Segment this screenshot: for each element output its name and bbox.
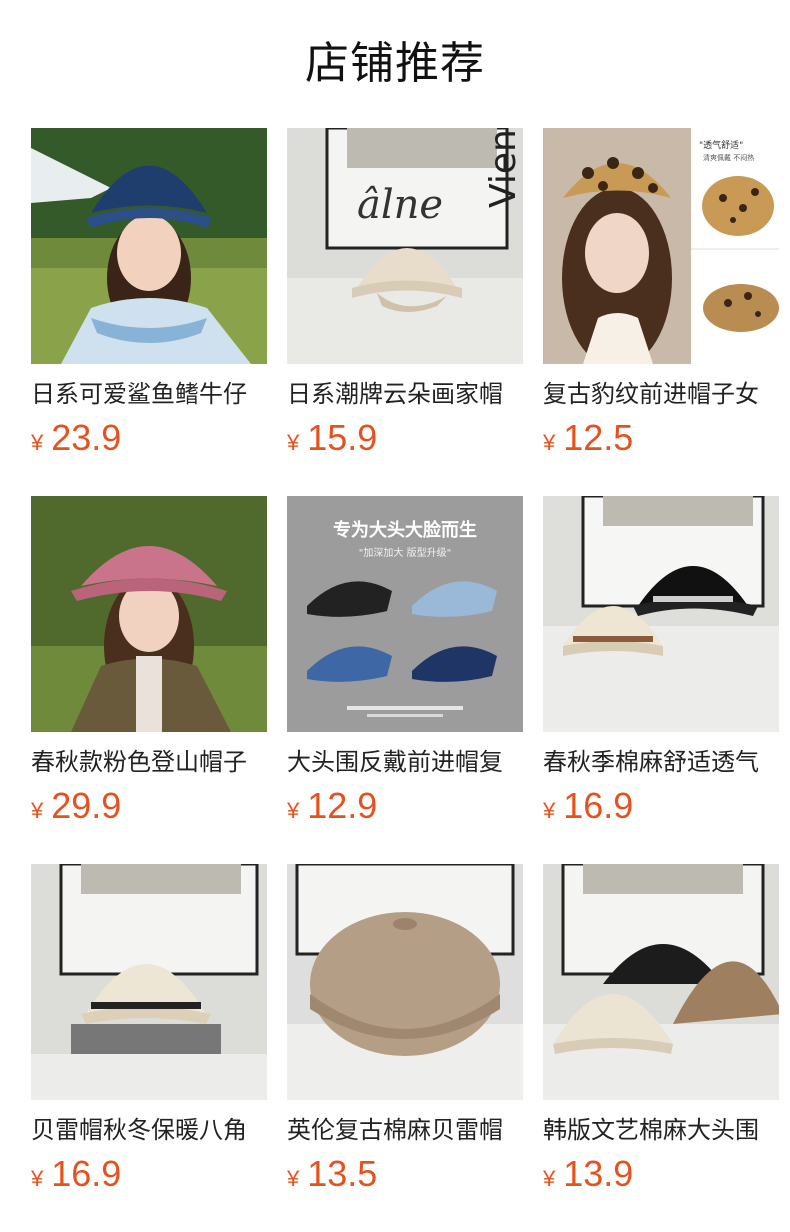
currency-symbol: ¥ xyxy=(287,430,300,455)
product-price: ¥12.9 xyxy=(287,784,377,828)
product-price: ¥16.9 xyxy=(543,784,633,828)
currency-symbol: ¥ xyxy=(287,1166,300,1191)
price-value: 13.5 xyxy=(307,1153,378,1194)
section-title: 店铺推荐 xyxy=(305,38,485,89)
product-name[interactable]: 大头围反戴前进帽复 xyxy=(287,742,523,782)
price-value: 13.9 xyxy=(563,1153,634,1194)
currency-symbol: ¥ xyxy=(543,1166,556,1191)
product-name[interactable]: 韩版文艺棉麻大头围 xyxy=(543,1110,779,1150)
product-image[interactable]: âlne Vien xyxy=(287,128,523,364)
price-value: 12.5 xyxy=(563,417,634,458)
price-value: 29.9 xyxy=(51,785,122,826)
product-image[interactable]: 专为大头大脸而生 "加深加大 版型升级" xyxy=(287,496,523,732)
product-card[interactable]: 专为大头大脸而生 "加深加大 版型升级" 大头围反戴前进帽复 ¥12.9 xyxy=(287,496,523,836)
currency-symbol: ¥ xyxy=(31,798,44,823)
product-image[interactable] xyxy=(31,128,267,364)
product-price: ¥16.9 xyxy=(31,1152,121,1196)
product-card[interactable]: âlne Vien 日系潮牌云朵画家帽 ¥15.9 xyxy=(287,128,523,468)
product-image[interactable] xyxy=(31,496,267,732)
price-value: 15.9 xyxy=(307,417,378,458)
product-image[interactable]: "透气舒适" 清爽佩戴 不闷热 xyxy=(543,128,779,364)
product-price: ¥13.9 xyxy=(543,1152,633,1196)
product-card[interactable]: 日系可爱鲨鱼鳍牛仔 ¥23.9 xyxy=(31,128,267,468)
product-price: ¥23.9 xyxy=(31,416,121,460)
product-card[interactable]: 春秋款粉色登山帽子 ¥29.9 xyxy=(31,496,267,836)
product-card[interactable]: 贝雷帽秋冬保暖八角 ¥16.9 xyxy=(31,864,267,1204)
product-name[interactable]: 日系潮牌云朵画家帽 xyxy=(287,374,523,414)
product-price: ¥15.9 xyxy=(287,416,377,460)
product-image[interactable] xyxy=(543,496,779,732)
photo-script-text: âlne xyxy=(357,182,443,228)
product-name[interactable]: 复古豹纹前进帽子女 xyxy=(543,374,779,414)
product-image[interactable] xyxy=(543,864,779,1100)
product-name[interactable]: 英伦复古棉麻贝雷帽 xyxy=(287,1110,523,1150)
currency-symbol: ¥ xyxy=(31,1166,44,1191)
price-value: 16.9 xyxy=(51,1153,122,1194)
leopard-caption: "透气舒适" xyxy=(699,139,743,151)
product-name[interactable]: 春秋季棉麻舒适透气 xyxy=(543,742,779,782)
product-card[interactable]: 英伦复古棉麻贝雷帽 ¥13.5 xyxy=(287,864,523,1204)
product-name[interactable]: 春秋款粉色登山帽子 xyxy=(31,742,267,782)
price-value: 12.9 xyxy=(307,785,378,826)
product-name[interactable]: 日系可爱鲨鱼鳍牛仔 xyxy=(31,374,267,414)
product-price: ¥29.9 xyxy=(31,784,121,828)
price-value: 16.9 xyxy=(563,785,634,826)
product-price: ¥13.5 xyxy=(287,1152,377,1196)
product-name[interactable]: 贝雷帽秋冬保暖八角 xyxy=(31,1110,267,1150)
product-card[interactable]: 韩版文艺棉麻大头围 ¥13.9 xyxy=(543,864,779,1204)
product-price: ¥12.5 xyxy=(543,416,633,460)
currency-symbol: ¥ xyxy=(543,430,556,455)
currency-symbol: ¥ xyxy=(31,430,44,455)
product-card[interactable]: 春秋季棉麻舒适透气 ¥16.9 xyxy=(543,496,779,836)
promo-subline: "加深加大 版型升级" xyxy=(359,546,451,559)
price-value: 23.9 xyxy=(51,417,122,458)
photo-vienna-text: Vien xyxy=(483,129,523,208)
currency-symbol: ¥ xyxy=(287,798,300,823)
product-image[interactable] xyxy=(287,864,523,1100)
product-card[interactable]: "透气舒适" 清爽佩戴 不闷热 复古豹纹前进帽子女 ¥12.5 xyxy=(543,128,779,468)
product-image[interactable] xyxy=(31,864,267,1100)
promo-headline: 专为大头大脸而生 xyxy=(333,519,477,541)
leopard-subcaption: 清爽佩戴 不闷热 xyxy=(703,153,754,162)
currency-symbol: ¥ xyxy=(543,798,556,823)
